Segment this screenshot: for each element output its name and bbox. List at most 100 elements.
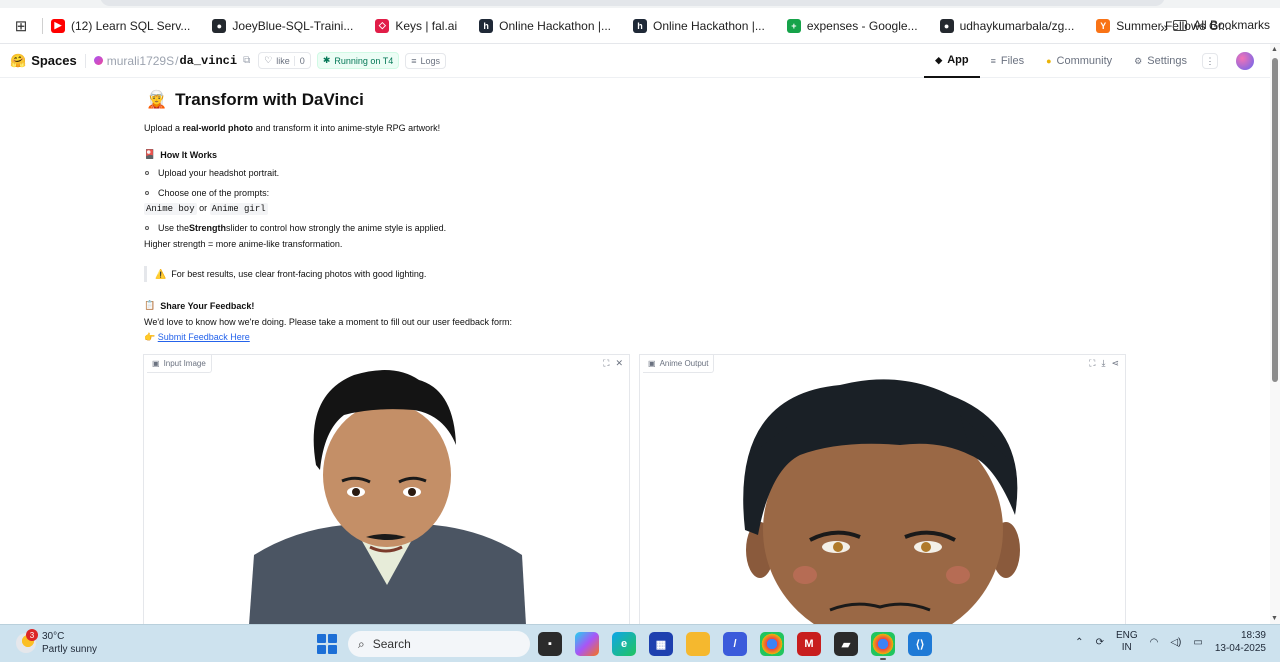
how-heading-text: How It Works [160, 149, 218, 160]
volume-icon[interactable]: ◁) [1170, 637, 1181, 648]
clock[interactable]: 18:39 13-04-2025 [1215, 629, 1266, 655]
bullet [145, 191, 149, 195]
bookmark-item[interactable]: ◇ Keys | fal.ai [375, 18, 458, 33]
taskbar-search[interactable]: ⌕ Search [348, 631, 530, 657]
temperature: 30°C [42, 631, 65, 642]
tab-settings[interactable]: ⚙ Settings [1123, 44, 1198, 78]
terminal-app-icon[interactable]: ▰ [834, 632, 858, 656]
tab-files[interactable]: ≡ Files [980, 44, 1036, 78]
edge-icon[interactable]: e [612, 632, 636, 656]
weather-widget[interactable]: 3 30°C Partly sunny [16, 629, 97, 656]
step3-bold: Strength [189, 223, 227, 233]
copy-icon[interactable]: ⧉ [243, 55, 250, 66]
tip-callout: ⚠️ For best results, use clear front-fac… [144, 266, 426, 282]
bookmark-label: JoeyBlue-SQL-Traini... [232, 18, 354, 33]
browser-address-bar-area [0, 0, 1280, 8]
all-bookmarks-button[interactable]: All Bookmarks [1173, 18, 1270, 32]
scrollbar-thumb[interactable] [1272, 58, 1278, 382]
sheets-icon: + [786, 18, 801, 33]
input-image-panel[interactable]: ▣ Input Image ⛶ ✕ [143, 354, 630, 624]
bookmark-item[interactable]: ● JoeyBlue-SQL-Traini... [212, 18, 354, 33]
scroll-up-icon[interactable]: ▲ [1271, 46, 1278, 53]
address-bar[interactable] [100, 0, 1165, 6]
bookmark-item[interactable]: + expenses - Google... [786, 18, 918, 33]
taskbar-apps: ▪ e ▦ / M ▰ ⟨⟩ [538, 632, 932, 660]
task-view-icon[interactable]: ▪ [538, 632, 562, 656]
tab-community[interactable]: ● Community [1035, 44, 1123, 78]
status-label: Running on T4 [334, 55, 394, 66]
clipboard-icon: 📋 [144, 300, 156, 310]
bookmarks-overflow-icon[interactable]: » [1160, 19, 1168, 35]
mcafee-icon[interactable]: M [797, 632, 821, 656]
weather-text: 30°C Partly sunny [42, 630, 97, 656]
status-badge[interactable]: ✱ Running on T4 [316, 52, 400, 69]
apps-grid-icon[interactable]: ⊞ [0, 17, 42, 35]
page-scrollbar[interactable]: ▲ ▼ [1270, 44, 1280, 624]
language-indicator[interactable]: ENG IN [1116, 630, 1138, 654]
tab-app-label: App [947, 54, 969, 66]
date: 13-04-2025 [1214, 643, 1266, 654]
step3-pre: Use the [158, 223, 190, 233]
intro-bold: real-world photo [182, 123, 254, 133]
copilot-icon[interactable] [575, 632, 599, 656]
bookmark-label: udhaykumarbala/zg... [959, 18, 1075, 33]
bookmark-label: Online Hackathon |... [652, 18, 765, 33]
search-label: Search [372, 637, 411, 651]
start-button[interactable] [317, 634, 337, 654]
bookmark-list: ▶ (12) Learn SQL Serv... ● JoeyBlue-SQL-Tra… [51, 18, 1254, 33]
elf-icon: 🧝 [146, 90, 168, 109]
hackerearth-icon: h [632, 18, 647, 33]
bookmark-item[interactable]: ▶ (12) Learn SQL Serv... [51, 18, 190, 33]
battery-icon[interactable]: ▭ [1193, 637, 1202, 648]
wifi-icon[interactable]: ◠ [1150, 637, 1159, 648]
scroll-down-icon[interactable]: ▼ [1271, 615, 1278, 622]
more-options-button[interactable]: ⋮ [1202, 53, 1218, 69]
youtube-icon: ▶ [51, 18, 65, 33]
anime-output-panel[interactable]: ▣ Anime Output ⛶ ⤓ ⋖ [639, 354, 1126, 624]
user-avatar[interactable] [1236, 52, 1254, 70]
chrome-icon[interactable] [760, 632, 784, 656]
path-separator: / [175, 53, 179, 68]
chevron-up-icon[interactable]: ⌃ [1075, 637, 1083, 648]
editor-app-icon[interactable]: / [723, 632, 747, 656]
chrome-profile-icon[interactable] [871, 632, 895, 660]
folder-icon [1173, 19, 1188, 31]
how-it-works-heading: 🎴 How It Works [144, 149, 217, 160]
tab-app[interactable]: ◆ App [924, 44, 980, 78]
bookmark-item[interactable]: h Online Hackathon |... [479, 18, 611, 33]
strength-note: Higher strength = more anime-like transf… [144, 239, 343, 249]
bookmark-label: expenses - Google... [806, 18, 918, 33]
spaces-logo[interactable]: 🤗 Spaces [10, 53, 77, 69]
bookmark-label: Keys | fal.ai [395, 18, 458, 33]
app-icon: ◆ [935, 54, 943, 65]
feedback-text: We'd love to know how we're doing. Pleas… [144, 317, 512, 327]
like-button[interactable]: ♡ like 0 [258, 52, 311, 69]
list-item: Upload your headshot portrait. [144, 168, 279, 178]
owner-link[interactable]: murali1729S [107, 54, 174, 68]
intro-text: Upload a real-world photo and transform … [144, 123, 440, 133]
store-icon[interactable]: ▦ [649, 632, 673, 656]
settings-icon: ⚙ [1134, 55, 1143, 66]
partly-sunny-icon: 3 [16, 629, 38, 653]
tab-community-label: Community [1056, 55, 1113, 67]
feedback-heading-text: Share Your Feedback! [160, 300, 255, 311]
warning-icon: ⚠️ [155, 268, 167, 279]
feedback-link[interactable]: Submit Feedback Here [158, 332, 250, 342]
ycombinator-icon: Y [1096, 18, 1111, 33]
hugging-face-icon: 🤗 [10, 52, 27, 68]
bookmark-item[interactable]: ● udhaykumarbala/zg... [939, 18, 1075, 33]
repo-name-link[interactable]: da_vinci [179, 54, 237, 68]
spaces-brand-label: Spaces [31, 53, 77, 68]
file-explorer-icon[interactable] [686, 632, 710, 656]
windows-taskbar: 3 30°C Partly sunny ⌕ Search ▪ e ▦ / M ▰… [0, 624, 1280, 662]
prompt-anime-girl: Anime girl [209, 203, 268, 215]
heart-icon: ♡ [264, 55, 273, 65]
vscode-icon[interactable]: ⟨⟩ [908, 632, 932, 656]
lang-top: ENG [1115, 630, 1138, 641]
logs-button[interactable]: ≡ Logs [405, 52, 447, 69]
bookmark-item[interactable]: h Online Hackathon |... [632, 18, 765, 33]
sync-icon[interactable]: ⟳ [1096, 637, 1104, 648]
bullet [145, 226, 149, 230]
logs-label: Logs [420, 55, 441, 66]
like-count: 0 [293, 55, 305, 66]
